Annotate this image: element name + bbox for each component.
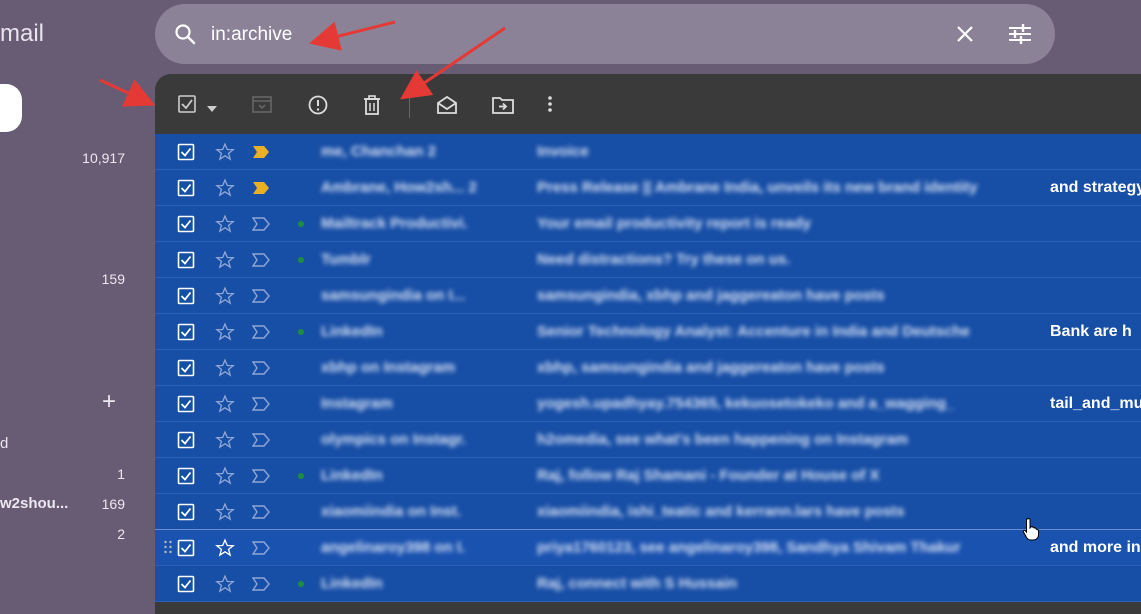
- arrow-to-delete: [400, 26, 506, 100]
- arrow-to-search: [309, 20, 396, 51]
- arrow-to-select-all: [99, 78, 156, 107]
- annotation-arrows: [99, 20, 506, 107]
- hand-cursor-icon: [1022, 517, 1039, 541]
